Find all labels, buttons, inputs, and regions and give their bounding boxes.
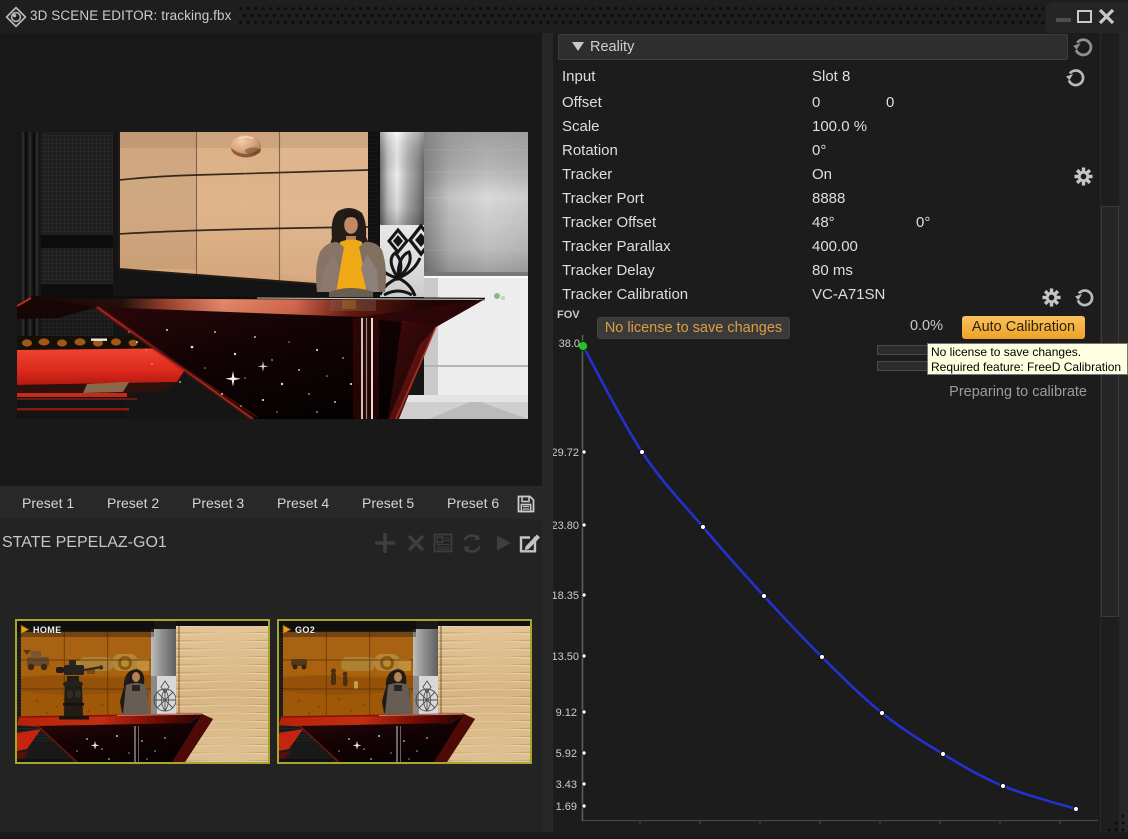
svg-text:5.92: 5.92 — [556, 748, 577, 760]
svg-text:FOV: FOV — [557, 309, 580, 321]
svg-text:23.80: 23.80 — [553, 520, 579, 532]
svg-text:38.0: 38.0 — [559, 338, 580, 350]
svg-text:29.72: 29.72 — [553, 447, 579, 459]
svg-text:HOME: HOME — [33, 625, 62, 635]
svg-text:18.35: 18.35 — [553, 590, 579, 602]
svg-text:13.50: 13.50 — [553, 651, 579, 663]
svg-text:3.43: 3.43 — [556, 779, 577, 791]
svg-text:GO2: GO2 — [295, 625, 315, 635]
svg-text:9.12: 9.12 — [556, 707, 577, 719]
svg-text:1.69: 1.69 — [556, 801, 577, 813]
